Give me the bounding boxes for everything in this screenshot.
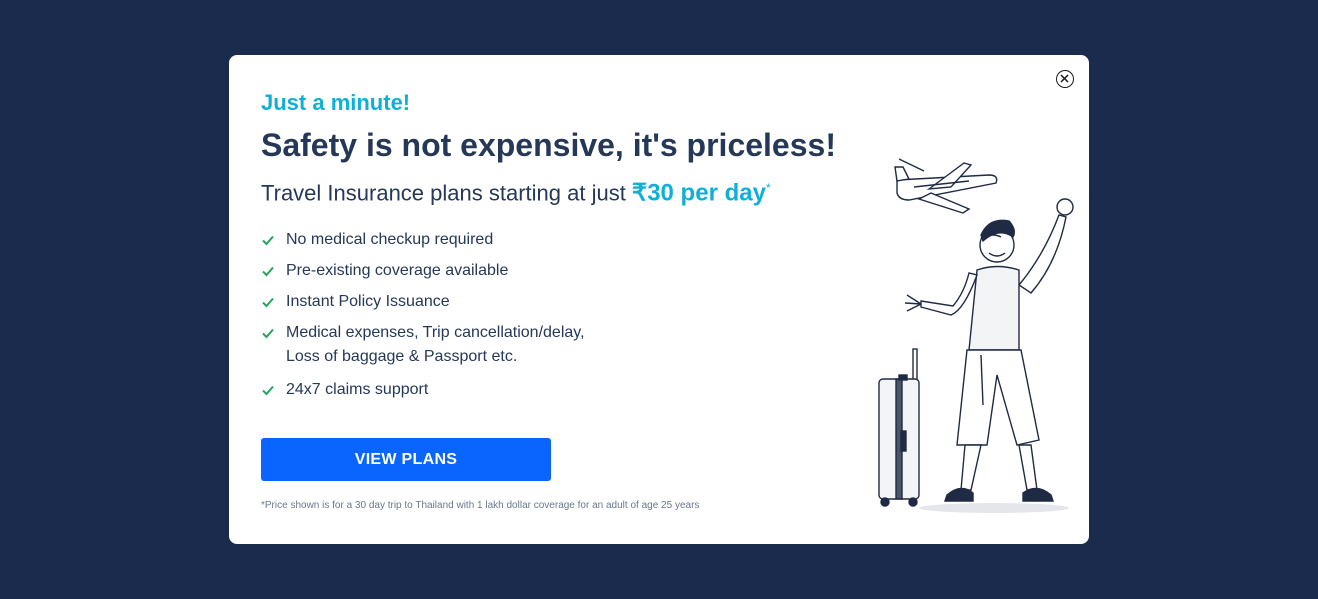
feature-item: 24x7 claims support <box>261 378 861 402</box>
feature-text: No medical checkup required <box>286 231 494 249</box>
check-icon <box>262 386 274 396</box>
price-asterisk: * <box>765 181 771 195</box>
view-plans-button[interactable]: VIEW PLANS <box>261 438 551 481</box>
feature-item: Pre-existing coverage available <box>261 259 861 283</box>
feature-item: No medical checkup required <box>261 228 861 252</box>
feature-item: Medical expenses, Trip cancellation/dela… <box>261 321 861 369</box>
feature-text: 24x7 claims support <box>286 381 429 399</box>
price-highlight: ₹30 per day <box>631 179 766 207</box>
suitcase-icon <box>878 348 920 507</box>
check-icon <box>262 298 274 308</box>
airplane-icon <box>894 158 998 214</box>
traveler-illustration <box>878 158 1074 513</box>
person-figure <box>904 198 1074 502</box>
modal-headline: Safety is not expensive, it's priceless! <box>261 127 836 163</box>
feature-text: Instant Policy Issuance <box>286 293 450 311</box>
feature-list: No medical checkup required Pre-existing… <box>261 228 861 402</box>
modal-content: Just a minute! Safety is not expensive, … <box>261 89 861 409</box>
feature-item: Instant Policy Issuance <box>261 290 861 314</box>
eyebrow-text: Just a minute! <box>261 90 411 115</box>
price-footnote: *Price shown is for a 30 day trip to Tha… <box>261 500 700 511</box>
ground-shadow <box>919 503 1069 513</box>
close-icon <box>1060 74 1069 83</box>
subline-prefix: Travel Insurance plans starting at just <box>261 180 632 206</box>
insurance-modal: Just a minute! Safety is not expensive, … <box>229 55 1089 544</box>
feature-text: Pre-existing coverage available <box>286 262 509 280</box>
check-icon <box>262 329 274 339</box>
close-button[interactable] <box>1056 70 1074 88</box>
feature-text: Medical expenses, Trip cancellation/dela… <box>286 324 585 366</box>
check-icon <box>262 236 274 246</box>
check-icon <box>262 267 274 277</box>
price-subline: Travel Insurance plans starting at just … <box>261 173 861 208</box>
